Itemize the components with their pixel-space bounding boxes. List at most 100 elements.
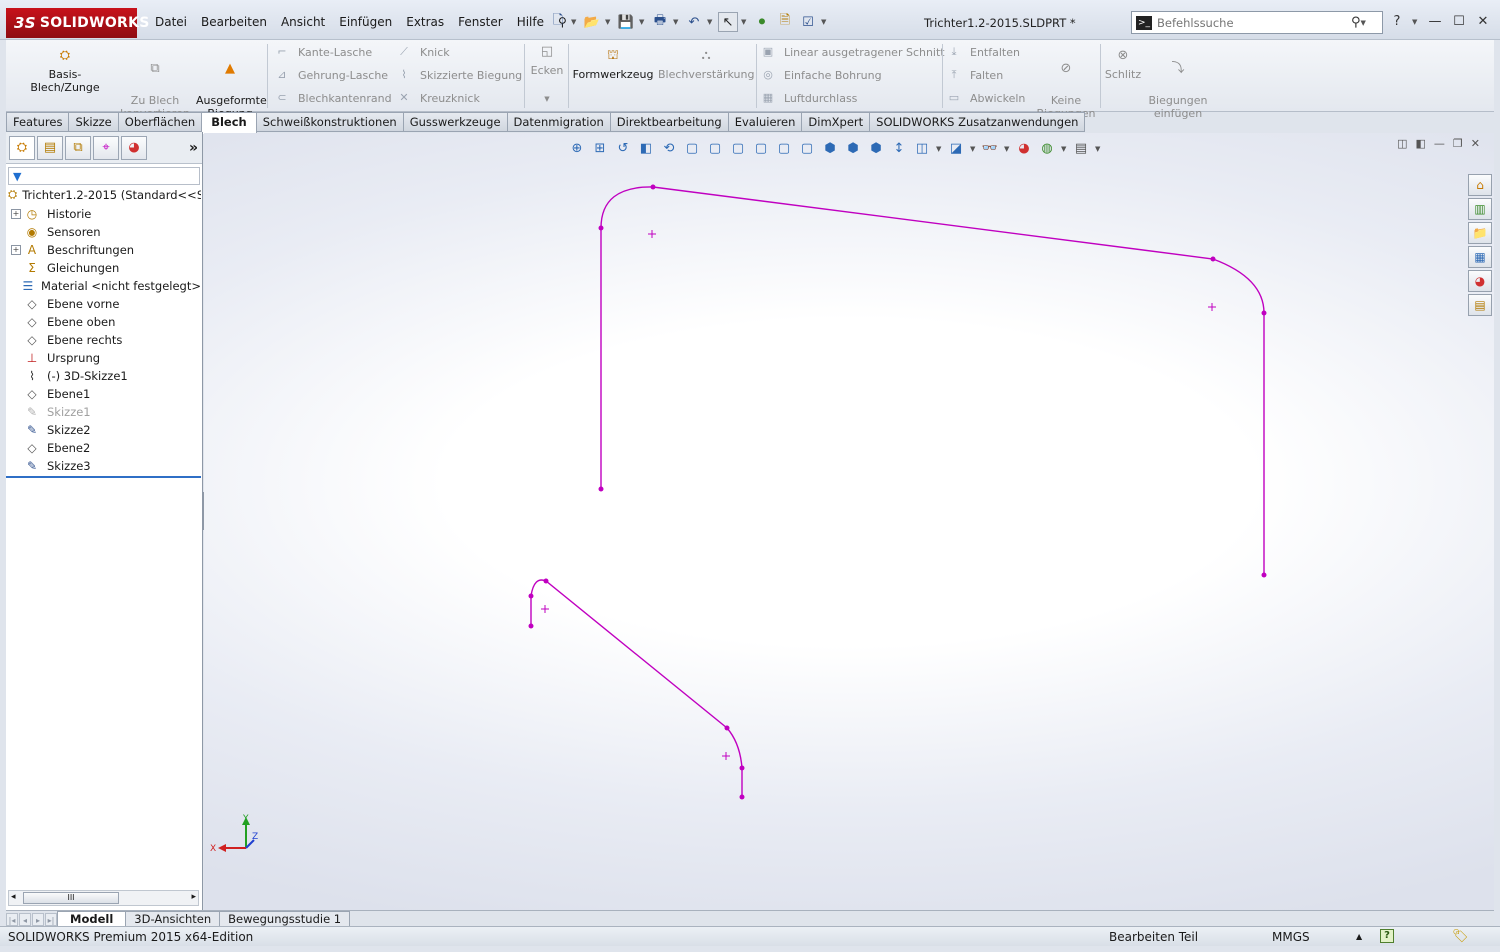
tree-item[interactable]: ✎ Skizze2 (6, 421, 201, 439)
expand-icon[interactable]: + (11, 209, 21, 219)
tab-next-icon[interactable]: ▸ (32, 913, 44, 926)
tree-horizontal-scrollbar[interactable]: ◂ III ▸ (8, 890, 199, 906)
search-dropdown-icon[interactable]: ▼ (1361, 19, 1369, 27)
skizzierte-biegung-button[interactable]: ⌇ Skizzierte Biegung (396, 67, 522, 83)
print-icon[interactable]: 🖶 (650, 12, 670, 32)
blechverstaerkung-button[interactable]: ⛬ Blechverstärkung (658, 48, 754, 81)
command-search[interactable]: >_ ⚲ ▼ (1131, 11, 1383, 34)
sketch-point[interactable] (1261, 310, 1267, 316)
options-dropdown-icon[interactable]: ▼ (821, 18, 829, 26)
file-properties-icon[interactable]: 🗎 (775, 12, 795, 32)
tree-item[interactable]: ◇ Ebene vorne (6, 295, 201, 313)
tag-icon[interactable]: 🏷 (1452, 929, 1469, 944)
biegungen-einfuegen-button[interactable]: ⤵ Biegungen einfügen (1146, 48, 1210, 120)
tree-item[interactable]: ◇ Ebene rechts (6, 331, 201, 349)
tree-item[interactable]: ⌇ (-) 3D-Skizze1 (6, 367, 201, 385)
configuration-manager-tab-icon[interactable]: ⧉ (65, 135, 91, 160)
open-dropdown-icon[interactable]: ▼ (605, 18, 613, 26)
view-palette-icon[interactable]: ▦ (1468, 246, 1492, 268)
ausgeformte-biegung-button[interactable]: ▲ Ausgeformte Biegung (196, 48, 267, 120)
search-icon[interactable]: ⚲ (1351, 15, 1361, 30)
sketch-point[interactable] (528, 593, 534, 599)
tree-item[interactable]: + A Beschriftungen (6, 241, 201, 259)
open-folder-icon[interactable]: 📂 (582, 12, 602, 32)
tab-blech[interactable]: Blech (202, 112, 257, 134)
new-dropdown-icon[interactable]: ▼ (571, 18, 579, 26)
tab-3d-ansichten[interactable]: 3D-Ansichten (125, 911, 221, 926)
maximize-icon[interactable]: ☐ (1450, 13, 1468, 31)
scroll-thumb[interactable]: III (23, 892, 119, 904)
tab-direktbearbeitung[interactable]: Direktbearbeitung (610, 112, 729, 132)
linear-schnitt-button[interactable]: ▣ Linear ausgetragener Schnitt (760, 44, 945, 60)
tree-item[interactable]: ⊥ Ursprung (6, 349, 201, 367)
menu-hilfe[interactable]: Hilfe (510, 14, 551, 30)
tree-item[interactable]: Σ Gleichungen (6, 259, 201, 277)
design-library-icon[interactable]: ▥ (1468, 198, 1492, 220)
sketch-point[interactable] (739, 794, 745, 800)
tab-dimxpert[interactable]: DimXpert (802, 112, 871, 132)
sketch3-profile[interactable] (530, 579, 743, 797)
select-dropdown-icon[interactable]: ▼ (741, 18, 749, 26)
sketch-point[interactable] (1261, 572, 1267, 578)
formwerkzeug-button[interactable]: ⛫ Formwerkzeug (572, 48, 654, 81)
tree-item[interactable]: ◇ Ebene2 (6, 439, 201, 457)
einfache-bohrung-button[interactable]: ◎ Einfache Bohrung (760, 67, 881, 83)
command-search-input[interactable] (1157, 15, 1347, 30)
sketch-point[interactable] (739, 765, 745, 771)
panel-more-chevron-icon[interactable]: » (189, 140, 198, 156)
knick-button[interactable]: ⟋ Knick (396, 44, 450, 60)
undo-dropdown-icon[interactable]: ▼ (707, 18, 715, 26)
keine-biegungen-button[interactable]: ⊘ Keine Biegungen (1034, 48, 1098, 120)
gehrung-lasche-button[interactable]: ⊿ Gehrung-Lasche (274, 67, 388, 83)
menu-einfuegen[interactable]: Einfügen (332, 14, 399, 30)
tree-item[interactable]: ◇ Ebene1 (6, 385, 201, 403)
units-dropdown-icon[interactable]: ▲ (1356, 932, 1362, 941)
tab-bewegungsstudie[interactable]: Bewegungsstudie 1 (219, 911, 351, 926)
tab-modell[interactable]: Modell (57, 911, 127, 926)
tab-prev-icon[interactable]: ◂ (19, 913, 31, 926)
sketch-point[interactable] (598, 486, 604, 492)
save-dropdown-icon[interactable]: ▼ (639, 18, 647, 26)
tab-schweisskonstruktionen[interactable]: Schweißkonstruktionen (256, 112, 404, 132)
close-icon[interactable]: ✕ (1474, 13, 1492, 31)
tree-item[interactable]: + ◷ Historie (6, 205, 201, 223)
schlitz-button[interactable]: ⊗ Schlitz (1104, 48, 1142, 81)
feature-manager-tab-icon[interactable]: ⛭ (9, 135, 35, 160)
abwickeln-button[interactable]: ▭ Abwickeln (946, 90, 1026, 106)
rebuild-traffic-light-icon[interactable]: ⚫ (752, 12, 772, 32)
display-manager-tab-icon[interactable]: ◕ (121, 135, 147, 160)
dimxpert-manager-tab-icon[interactable]: ⌖ (93, 135, 119, 160)
solidworks-resources-icon[interactable]: ⌂ (1468, 174, 1492, 196)
scroll-left-icon[interactable]: ◂ (11, 892, 16, 902)
tree-item[interactable]: ✎ Skizze1 (6, 403, 201, 421)
tree-root-part[interactable]: ⛭ Trichter1.2-2015 (Standard<<Sta (8, 187, 201, 202)
solidworks-logo[interactable]: 3S SOLIDWORKS (6, 8, 149, 38)
tab-evaluieren[interactable]: Evaluieren (728, 112, 803, 132)
kreuzknick-button[interactable]: ✕ Kreuzknick (396, 90, 479, 106)
falten-button[interactable]: ⤒ Falten (946, 67, 1004, 83)
graphics-viewport[interactable]: ⊕ ⊞ ↺ ◧ ⟲ ▢ ▢ ▢ ▢ ▢ ▢ ⬢ ⬢ ⬢ ↕ ◫ ▼ ◪ ▼ 👓 ▼ ◕… (204, 133, 1494, 910)
options-icon[interactable]: ☑ (798, 12, 818, 32)
ecken-dropdown-icon[interactable]: ▼ (528, 93, 566, 106)
quick-tips-help-icon[interactable]: ? (1380, 929, 1394, 943)
tree-item[interactable]: ☰ Material <nicht festgelegt> (6, 277, 201, 295)
tree-item[interactable]: ◇ Ebene oben (6, 313, 201, 331)
entfalten-button[interactable]: ⤓ Entfalten (946, 44, 1020, 60)
menu-extras[interactable]: Extras (399, 14, 451, 30)
sketch-geometry[interactable] (204, 133, 1494, 910)
appearances-scenes-icon[interactable]: ◕ (1468, 270, 1492, 292)
tab-last-icon[interactable]: ▸| (45, 913, 57, 926)
menu-bearbeiten[interactable]: Bearbeiten (194, 14, 274, 30)
print-dropdown-icon[interactable]: ▼ (673, 18, 681, 26)
basis-blech-button[interactable]: ⛭ Basis-Blech/Zunge (16, 48, 114, 94)
file-explorer-icon[interactable]: 📁 (1468, 222, 1492, 244)
tab-gusswerkzeuge[interactable]: Gusswerkzeuge (403, 112, 508, 132)
minimize-icon[interactable]: — (1426, 13, 1444, 31)
tree-item[interactable]: ✎ Skizze3 (6, 457, 201, 475)
undo-icon[interactable]: ↶ (684, 12, 704, 32)
custom-properties-icon[interactable]: ▤ (1468, 294, 1492, 316)
expand-icon[interactable]: + (11, 245, 21, 255)
new-document-icon[interactable]: 🗋 (548, 12, 568, 32)
ecken-button[interactable]: ◱ Ecken ▼ (528, 44, 566, 106)
tab-oberflaechen[interactable]: Oberflächen (118, 112, 203, 132)
